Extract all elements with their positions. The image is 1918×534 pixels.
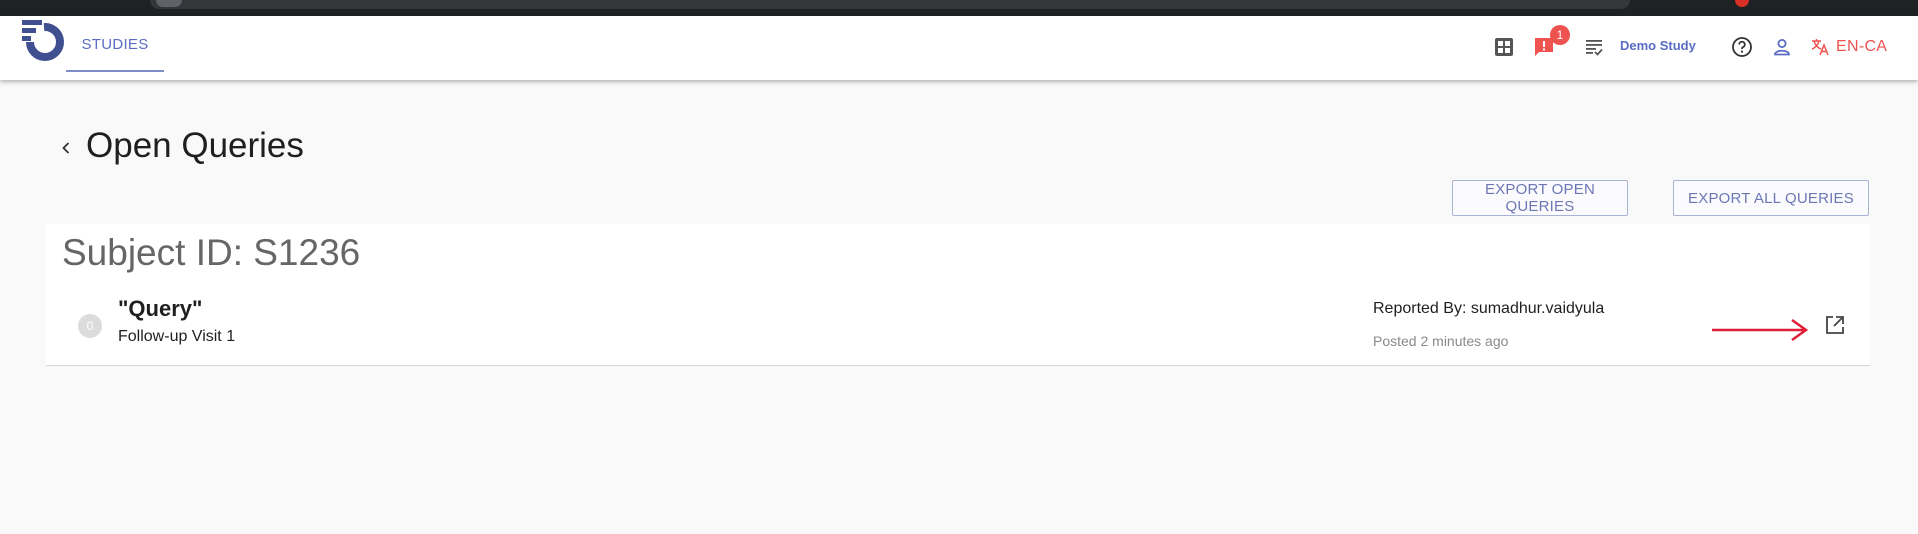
- query-posted-time: Posted 2 minutes ago: [1373, 333, 1509, 349]
- app-header: STUDIES 1 Demo Study EN-CA: [0, 16, 1918, 80]
- browser-extension-icon[interactable]: [1735, 0, 1749, 7]
- export-all-queries-button[interactable]: EXPORT ALL QUERIES: [1673, 180, 1869, 216]
- translate-icon: [1811, 39, 1829, 56]
- page-title: Open Queries: [86, 126, 304, 165]
- query-count-badge: 0: [78, 314, 102, 338]
- subject-id-heading: Subject ID: S1236: [62, 232, 361, 273]
- chevron-left-icon[interactable]: [56, 138, 76, 158]
- query-title: "Query": [118, 296, 203, 321]
- language-selector[interactable]: EN-CA: [1810, 37, 1887, 57]
- query-visit: Follow-up Visit 1: [118, 328, 236, 345]
- study-name-link[interactable]: Demo Study: [1620, 38, 1696, 53]
- open-in-new-icon[interactable]: [1824, 314, 1846, 336]
- language-label: EN-CA: [1836, 38, 1888, 55]
- browser-toolbar: [0, 0, 1918, 16]
- export-open-queries-button[interactable]: EXPORT OPEN QUERIES: [1452, 180, 1628, 216]
- annotation-arrow-icon: [1712, 318, 1809, 342]
- subject-card: Subject ID: S1236 0 "Query" Follow-up Vi…: [46, 224, 1870, 366]
- app-logo-icon[interactable]: [20, 18, 68, 66]
- checklist-icon[interactable]: [1582, 35, 1606, 59]
- browser-address-bar[interactable]: [150, 0, 1630, 9]
- person-icon[interactable]: [1770, 35, 1794, 59]
- nav-tab-studies[interactable]: STUDIES: [66, 16, 164, 72]
- help-circle-icon[interactable]: [1730, 35, 1754, 59]
- query-reported-by: Reported By: sumadhur.vaidyula: [1373, 300, 1605, 317]
- notification-badge: 1: [1550, 25, 1570, 45]
- nav-tab-indicator: [66, 70, 164, 72]
- grid-icon[interactable]: [1492, 35, 1516, 59]
- browser-site-icon: [156, 0, 182, 7]
